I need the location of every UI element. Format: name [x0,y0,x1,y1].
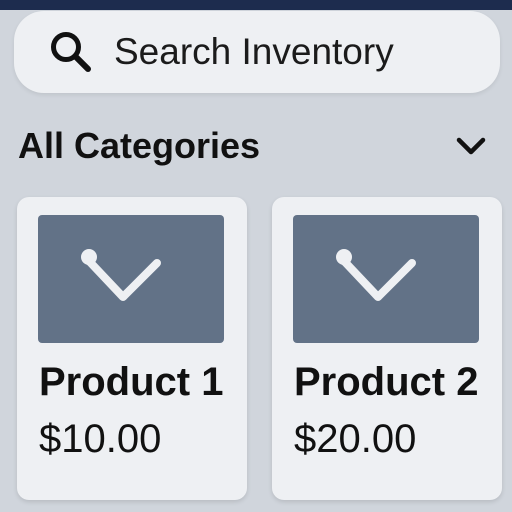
search-input[interactable]: Search Inventory [114,31,394,73]
search-icon[interactable] [46,27,96,77]
product-card[interactable]: Product 2 $20.00 [272,197,502,500]
image-placeholder-icon [81,249,161,301]
category-dropdown[interactable]: All Categories [18,120,494,172]
category-dropdown-value: All Categories [18,125,261,166]
top-bar [0,0,512,10]
product-image [38,215,224,343]
product-price: $10.00 [39,417,162,461]
chevron-down-icon[interactable] [454,129,488,163]
product-image [293,215,479,343]
product-card[interactable]: Product 1 $10.00 [17,197,247,500]
image-placeholder-icon [336,249,416,301]
search-bar[interactable]: Search Inventory [14,11,500,93]
product-name: Product 2 [294,360,479,404]
product-price: $20.00 [294,417,417,461]
product-name: Product 1 [39,360,224,404]
